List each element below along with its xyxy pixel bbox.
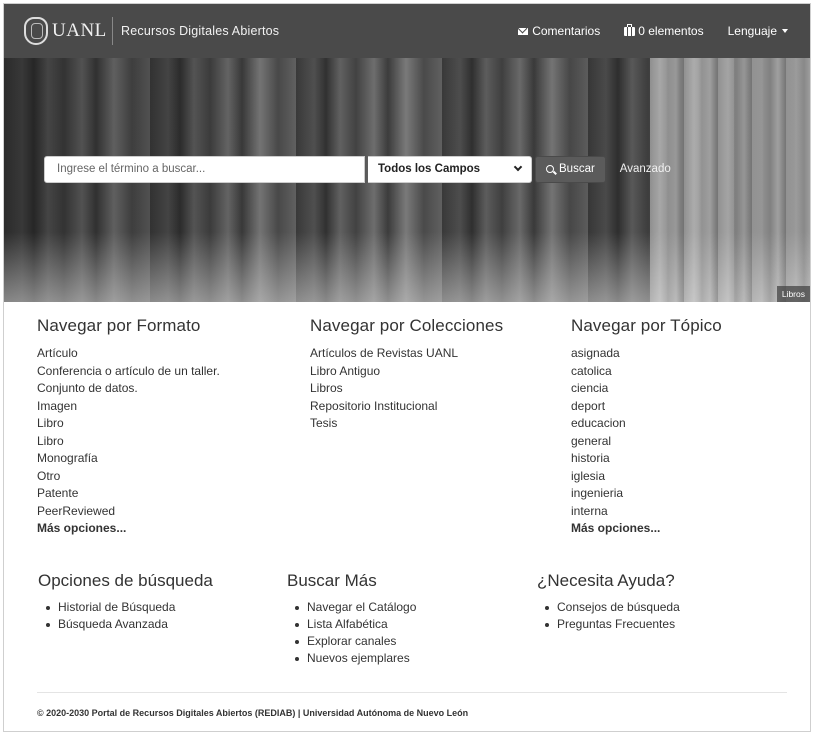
browse-format-title: Navegar por Formato xyxy=(37,316,201,335)
search-more-title: Buscar Más xyxy=(287,571,377,590)
search-options-list: Historial de Búsqueda Búsqueda Avanzada xyxy=(38,599,213,633)
page-frame: UANL Recursos Digitales Abiertos Comenta… xyxy=(3,3,811,732)
search-options-title: Opciones de búsqueda xyxy=(38,571,213,590)
browse-by-topic: Navegar por Tópico asignada catolica cie… xyxy=(571,316,722,538)
list-item[interactable]: general xyxy=(571,433,722,451)
format-list: Artículo Conferencia o artículo de un ta… xyxy=(37,345,220,538)
list-item[interactable]: Explorar canales xyxy=(287,633,416,650)
list-item[interactable]: Nuevos ejemplares xyxy=(287,650,416,667)
search-more-list: Navegar el Catálogo Lista Alfabética Exp… xyxy=(287,599,416,667)
brand-name[interactable]: Recursos Digitales Abiertos xyxy=(121,24,279,38)
book-bag-label: 0 elementos xyxy=(638,24,704,38)
envelope-icon xyxy=(518,27,529,35)
list-item[interactable]: Artículo xyxy=(37,345,220,363)
footer-copyright: © 2020-2030 Portal de Recursos Digitales… xyxy=(37,708,468,718)
search-icon xyxy=(546,165,554,173)
advanced-search-link[interactable]: Avanzado xyxy=(620,163,671,175)
list-item[interactable]: asignada xyxy=(571,345,722,363)
list-item[interactable]: Otro xyxy=(37,468,220,486)
language-label: Lenguaje xyxy=(727,24,777,38)
browse-by-format: Navegar por Formato Artículo Conferencia… xyxy=(37,316,220,538)
list-item[interactable]: Libros xyxy=(310,380,503,398)
feedback-label: Comentarios xyxy=(532,24,601,38)
search-bar: Todos los Campos Buscar Avanzado xyxy=(44,155,671,183)
university-seal-icon xyxy=(24,17,48,45)
footer-divider xyxy=(37,692,787,693)
list-item[interactable]: Búsqueda Avanzada xyxy=(38,616,213,633)
chevron-down-icon xyxy=(513,162,523,172)
list-item[interactable]: Imagen xyxy=(37,398,220,416)
list-item[interactable]: ciencia xyxy=(571,380,722,398)
list-item[interactable]: educacion xyxy=(571,415,722,433)
book-bag-link[interactable]: 0 elementos xyxy=(612,23,715,38)
more-formats-link[interactable]: Más opciones... xyxy=(37,520,220,538)
list-item[interactable]: Historial de Búsqueda xyxy=(38,599,213,616)
list-item[interactable]: catolica xyxy=(571,363,722,381)
list-item[interactable]: Navegar el Catálogo xyxy=(287,599,416,616)
search-more-section: Buscar Más Navegar el Catálogo Lista Alf… xyxy=(287,571,416,667)
more-topics-link[interactable]: Más opciones... xyxy=(571,520,722,538)
list-item[interactable]: Libro xyxy=(37,433,220,451)
list-item[interactable]: Monografía xyxy=(37,450,220,468)
list-item[interactable]: interna xyxy=(571,503,722,521)
feedback-link[interactable]: Comentarios xyxy=(506,24,612,38)
search-button[interactable]: Buscar xyxy=(535,155,606,183)
list-item[interactable]: deport xyxy=(571,398,722,416)
list-item[interactable]: Consejos de búsqueda xyxy=(537,599,680,616)
browse-by-collection: Navegar por Colecciones Artículos de Rev… xyxy=(310,316,503,433)
search-field-value: Todos los Campos xyxy=(378,163,481,175)
list-item[interactable]: iglesia xyxy=(571,468,722,486)
list-item[interactable]: Patente xyxy=(37,485,220,503)
help-section: ¿Necesita Ayuda? Consejos de búsqueda Pr… xyxy=(537,571,680,633)
search-field-select[interactable]: Todos los Campos xyxy=(368,155,532,183)
nav-links: Comentarios 0 elementos Lenguaje xyxy=(506,4,800,58)
help-list: Consejos de búsqueda Preguntas Frecuente… xyxy=(537,599,680,633)
hero-caption: Libros xyxy=(776,286,810,302)
list-item[interactable]: Repositorio Institucional xyxy=(310,398,503,416)
list-item[interactable]: PeerReviewed xyxy=(37,503,220,521)
list-item[interactable]: Libro xyxy=(37,415,220,433)
list-item[interactable]: Conferencia o artículo de un taller. xyxy=(37,363,220,381)
browse-topic-title: Navegar por Tópico xyxy=(571,316,722,335)
language-dropdown[interactable]: Lenguaje xyxy=(716,24,800,38)
search-input[interactable] xyxy=(44,155,365,183)
copyright-text: © 2020-2030 Portal de Recursos Digitales… xyxy=(37,708,469,718)
list-item[interactable]: Tesis xyxy=(310,415,503,433)
list-item[interactable]: Artículos de Revistas UANL xyxy=(310,345,503,363)
topic-list: asignada catolica ciencia deport educaci… xyxy=(571,345,722,538)
help-title: ¿Necesita Ayuda? xyxy=(537,571,675,590)
briefcase-icon xyxy=(624,23,636,36)
list-item[interactable]: historia xyxy=(571,450,722,468)
caret-down-icon xyxy=(782,29,788,33)
browse-collection-title: Navegar por Colecciones xyxy=(310,316,504,335)
hero-banner: Todos los Campos Buscar Avanzado Libros xyxy=(4,58,810,302)
uanl-logo[interactable]: UANL xyxy=(24,12,114,50)
list-item[interactable]: Libro Antiguo xyxy=(310,363,503,381)
logo-text: UANL xyxy=(52,20,107,41)
list-item[interactable]: Preguntas Frecuentes xyxy=(537,616,680,633)
list-item[interactable]: Conjunto de datos. xyxy=(37,380,220,398)
collection-list: Artículos de Revistas UANL Libro Antiguo… xyxy=(310,345,503,433)
search-options-section: Opciones de búsqueda Historial de Búsque… xyxy=(38,571,213,633)
list-item[interactable]: Lista Alfabética xyxy=(287,616,416,633)
list-item[interactable]: ingenieria xyxy=(571,485,722,503)
brand-divider xyxy=(112,17,113,45)
top-navbar: UANL Recursos Digitales Abiertos Comenta… xyxy=(4,4,810,58)
search-button-label: Buscar xyxy=(559,163,595,175)
